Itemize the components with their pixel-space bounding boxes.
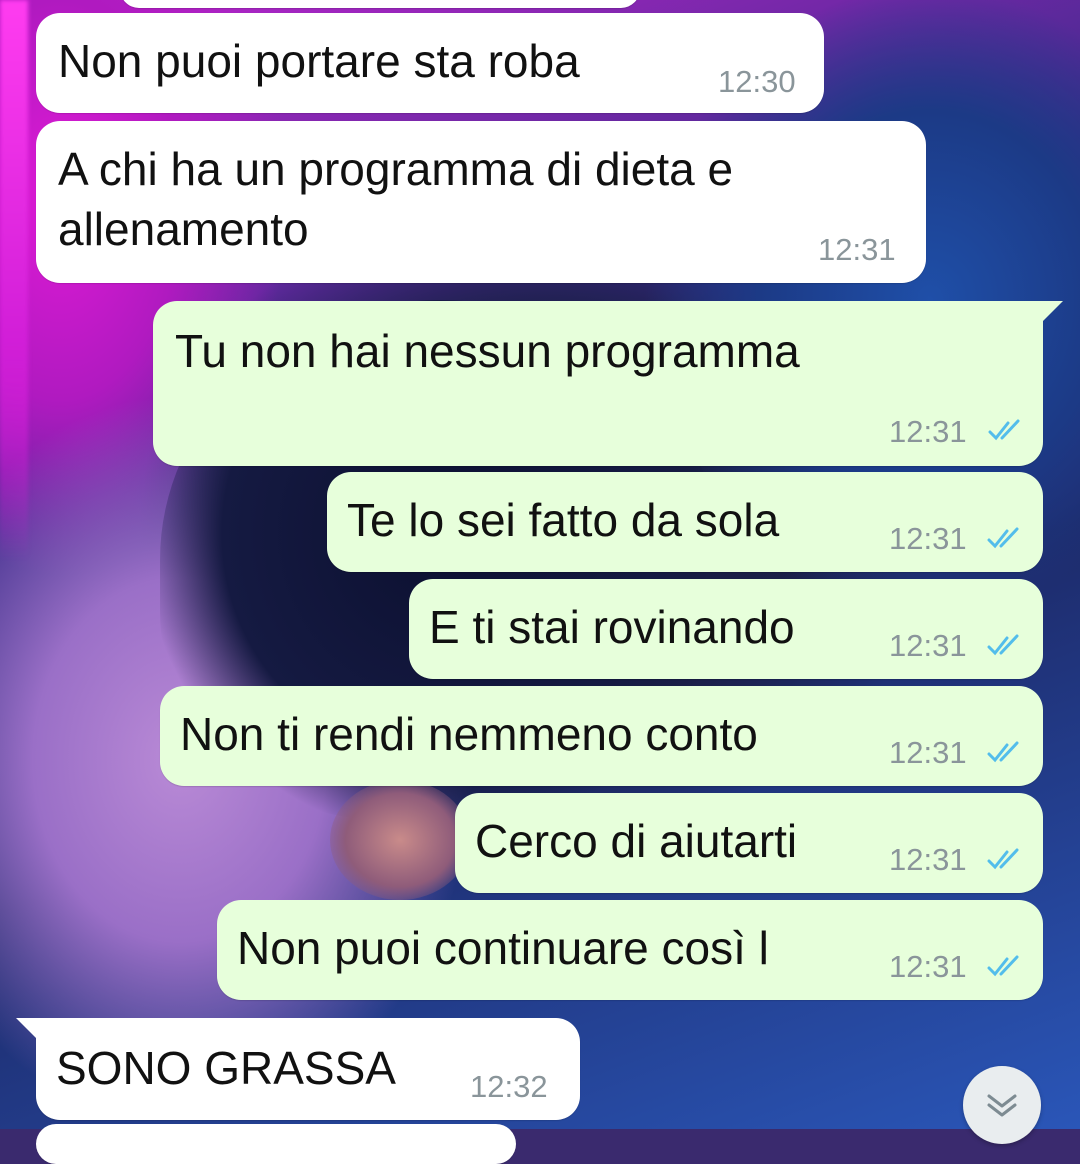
message-incoming[interactable]: SONO GRASSA 12:32 [16, 1018, 580, 1120]
message-text: E ti stai rovinando [429, 601, 795, 653]
message-text: Non puoi portare sta roba [58, 35, 580, 87]
message-time: 12:31 [889, 735, 967, 770]
message-text: SONO GRASSA [56, 1042, 396, 1094]
message-outgoing[interactable]: Non puoi continuare così l 12:31 [217, 900, 1043, 1000]
message-text: Non puoi continuare così l [237, 922, 769, 974]
message-time: 12:32 [470, 1069, 548, 1104]
message-outgoing[interactable]: E ti stai rovinando 12:31 [409, 579, 1043, 679]
message-time: 12:31 [889, 842, 967, 877]
message-incoming[interactable]: A chi ha un programma di dieta e allenam… [36, 121, 926, 283]
message-text-line-1: A chi ha un programma di dieta e [58, 143, 734, 195]
message-incoming[interactable]: Non puoi portare sta roba 12:30 [36, 13, 824, 113]
message-outgoing[interactable]: Tu non hai nessun programma 12:31 [153, 301, 1063, 466]
message-text: Te lo sei fatto da sola [347, 494, 780, 546]
message-time: 12:30 [718, 64, 796, 99]
message-time: 12:31 [889, 414, 967, 449]
message-text: Tu non hai nessun programma [175, 325, 800, 377]
message-text: Cerco di aiutarti [475, 815, 798, 867]
wallpaper-hand [330, 780, 470, 900]
double-check-icon [988, 419, 1020, 441]
bubble-tail [1041, 301, 1063, 323]
message-outgoing[interactable]: Te lo sei fatto da sola 12:31 [327, 472, 1043, 572]
double-check-icon [987, 527, 1019, 549]
message-time: 12:31 [889, 521, 967, 556]
message-text: Non ti rendi nemmeno conto [180, 708, 758, 760]
double-check-icon [987, 741, 1019, 763]
message-outgoing[interactable]: Non ti rendi nemmeno conto 12:31 [160, 686, 1043, 786]
double-check-icon [987, 848, 1019, 870]
message-outgoing[interactable]: Cerco di aiutarti 12:31 [455, 793, 1043, 893]
message-time: 12:31 [889, 628, 967, 663]
double-check-icon [987, 634, 1019, 656]
message-bubble-partial [120, 0, 640, 8]
message-time: 12:31 [889, 949, 967, 984]
message-bubble-partial [36, 1124, 516, 1164]
message-time: 12:31 [818, 232, 896, 267]
chevron-double-down-icon [987, 1094, 1017, 1117]
scroll-to-bottom-button[interactable] [963, 1066, 1041, 1144]
wallpaper-neon [0, 0, 28, 560]
bubble-tail [16, 1018, 38, 1040]
double-check-icon [987, 955, 1019, 977]
message-text-line-2: allenamento [58, 203, 309, 255]
